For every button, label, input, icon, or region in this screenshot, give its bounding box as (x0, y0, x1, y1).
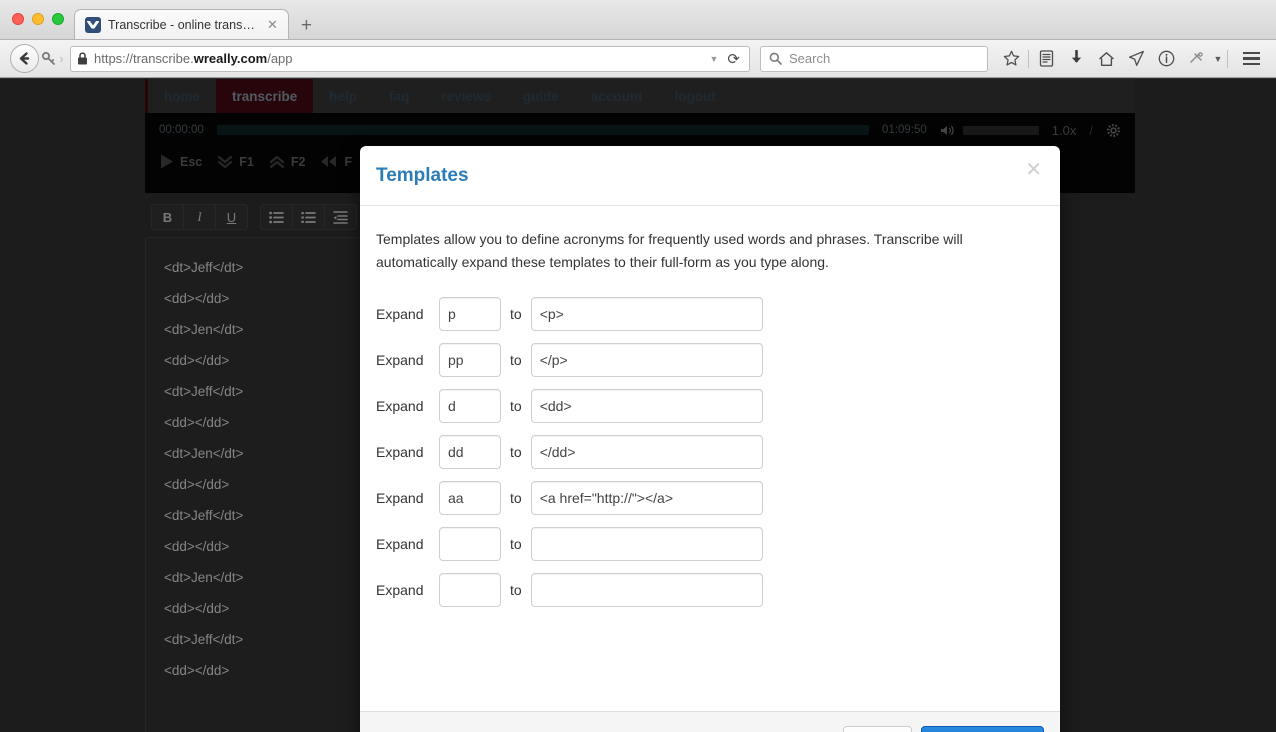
maximize-window-button[interactable] (52, 13, 64, 25)
expand-label: Expand (376, 490, 424, 506)
to-label: to (510, 490, 522, 506)
toolbar-divider (1028, 49, 1029, 68)
url-subdomain: transcribe. (133, 51, 194, 66)
minimize-window-button[interactable] (32, 13, 44, 25)
url-text: https://transcribe.wreally.com/app (94, 51, 704, 66)
template-long-input[interactable] (530, 435, 763, 469)
browser-toolbar-icons: ▼ (996, 45, 1266, 73)
modal-header: Templates ✕ (360, 146, 1060, 206)
chevron-down-icon[interactable]: ▼ (1211, 54, 1225, 64)
to-label: to (510, 352, 522, 368)
page-viewport: home transcribe help faq reviews guide a… (0, 79, 1276, 732)
reading-list-icon[interactable] (1031, 45, 1061, 73)
browser-window: Transcribe - online transcrip… ✕ + › (0, 0, 1276, 732)
to-label: to (510, 582, 522, 598)
url-scheme: https:// (94, 51, 134, 66)
separator-chevron-icon: › (59, 51, 64, 66)
template-long-input[interactable] (530, 389, 763, 423)
modal-description: Templates allow you to define acronyms f… (376, 231, 963, 270)
key-icon (41, 52, 55, 65)
template-row: Expand to (376, 481, 1044, 515)
modal-footer: Close Save changes (360, 711, 1060, 732)
address-bar[interactable]: https://transcribe.wreally.com/app ▼ ⟳ (70, 45, 750, 72)
to-label: to (510, 398, 522, 414)
tab-title: Transcribe - online transcrip… (108, 17, 258, 32)
expand-label: Expand (376, 352, 424, 368)
pocket-send-icon[interactable] (1121, 45, 1151, 73)
modal-body: Templates allow you to define acronyms f… (360, 206, 1060, 711)
template-long-input[interactable] (530, 573, 763, 607)
expand-label: Expand (376, 582, 424, 598)
back-arrow-icon (19, 52, 30, 65)
addon-icon[interactable] (1181, 45, 1211, 73)
template-short-input[interactable] (439, 481, 501, 515)
new-tab-button[interactable]: + (289, 16, 324, 39)
template-row: Expand to (376, 297, 1044, 331)
to-label: to (510, 444, 522, 460)
padlock-icon (78, 52, 87, 65)
template-long-input[interactable] (530, 297, 763, 331)
to-label: to (510, 306, 522, 322)
search-bar[interactable]: Search (760, 45, 988, 72)
template-short-input[interactable] (439, 389, 501, 423)
page-content: home transcribe help faq reviews guide a… (0, 79, 1276, 732)
forward-button[interactable]: › (39, 50, 65, 67)
reload-icon[interactable]: ⟳ (724, 50, 743, 68)
template-row: Expand to (376, 573, 1044, 607)
browser-navbar: › https://transcribe.wreally.com/app ▼ ⟳… (0, 40, 1276, 78)
hamburger-menu[interactable] (1236, 51, 1266, 66)
close-button[interactable]: Close (843, 726, 912, 732)
expand-label: Expand (376, 398, 424, 414)
browser-tab[interactable]: Transcribe - online transcrip… ✕ (74, 9, 289, 39)
downloads-icon[interactable] (1061, 45, 1091, 73)
close-window-button[interactable] (12, 13, 24, 25)
template-short-input[interactable] (439, 435, 501, 469)
to-label: to (510, 536, 522, 552)
template-short-input[interactable] (439, 343, 501, 377)
template-short-input[interactable] (439, 527, 501, 561)
modal-title: Templates (376, 164, 469, 186)
toolbar-divider (1227, 49, 1228, 68)
template-long-input[interactable] (530, 481, 763, 515)
close-icon[interactable]: ✕ (265, 18, 280, 31)
wreally-favicon (85, 16, 101, 33)
url-domain: wreally.com (193, 51, 268, 66)
close-icon[interactable]: ✕ (1025, 160, 1042, 180)
bookmark-star-icon[interactable] (996, 45, 1026, 73)
chevron-down-icon[interactable]: ▼ (710, 54, 719, 64)
expand-label: Expand (376, 536, 424, 552)
template-long-input[interactable] (530, 527, 763, 561)
template-row: Expand to (376, 527, 1044, 561)
info-circle-icon[interactable] (1151, 45, 1181, 73)
template-row: Expand to (376, 343, 1044, 377)
template-short-input[interactable] (439, 297, 501, 331)
tab-strip: Transcribe - online transcrip… ✕ + (74, 0, 324, 39)
template-row: Expand to (376, 435, 1044, 469)
search-icon (769, 52, 782, 65)
browser-titlebar: Transcribe - online transcrip… ✕ + (0, 0, 1276, 40)
expand-label: Expand (376, 306, 424, 322)
template-short-input[interactable] (439, 573, 501, 607)
window-controls (12, 13, 64, 25)
save-changes-button[interactable]: Save changes (920, 726, 1044, 732)
back-button[interactable] (10, 44, 39, 73)
template-long-input[interactable] (530, 343, 763, 377)
template-row: Expand to (376, 389, 1044, 423)
url-path: /app (267, 51, 293, 66)
templates-modal: Templates ✕ Templates allow you to defin… (360, 146, 1060, 732)
expand-label: Expand (376, 444, 424, 460)
search-placeholder: Search (789, 51, 831, 66)
home-icon[interactable] (1091, 45, 1121, 73)
